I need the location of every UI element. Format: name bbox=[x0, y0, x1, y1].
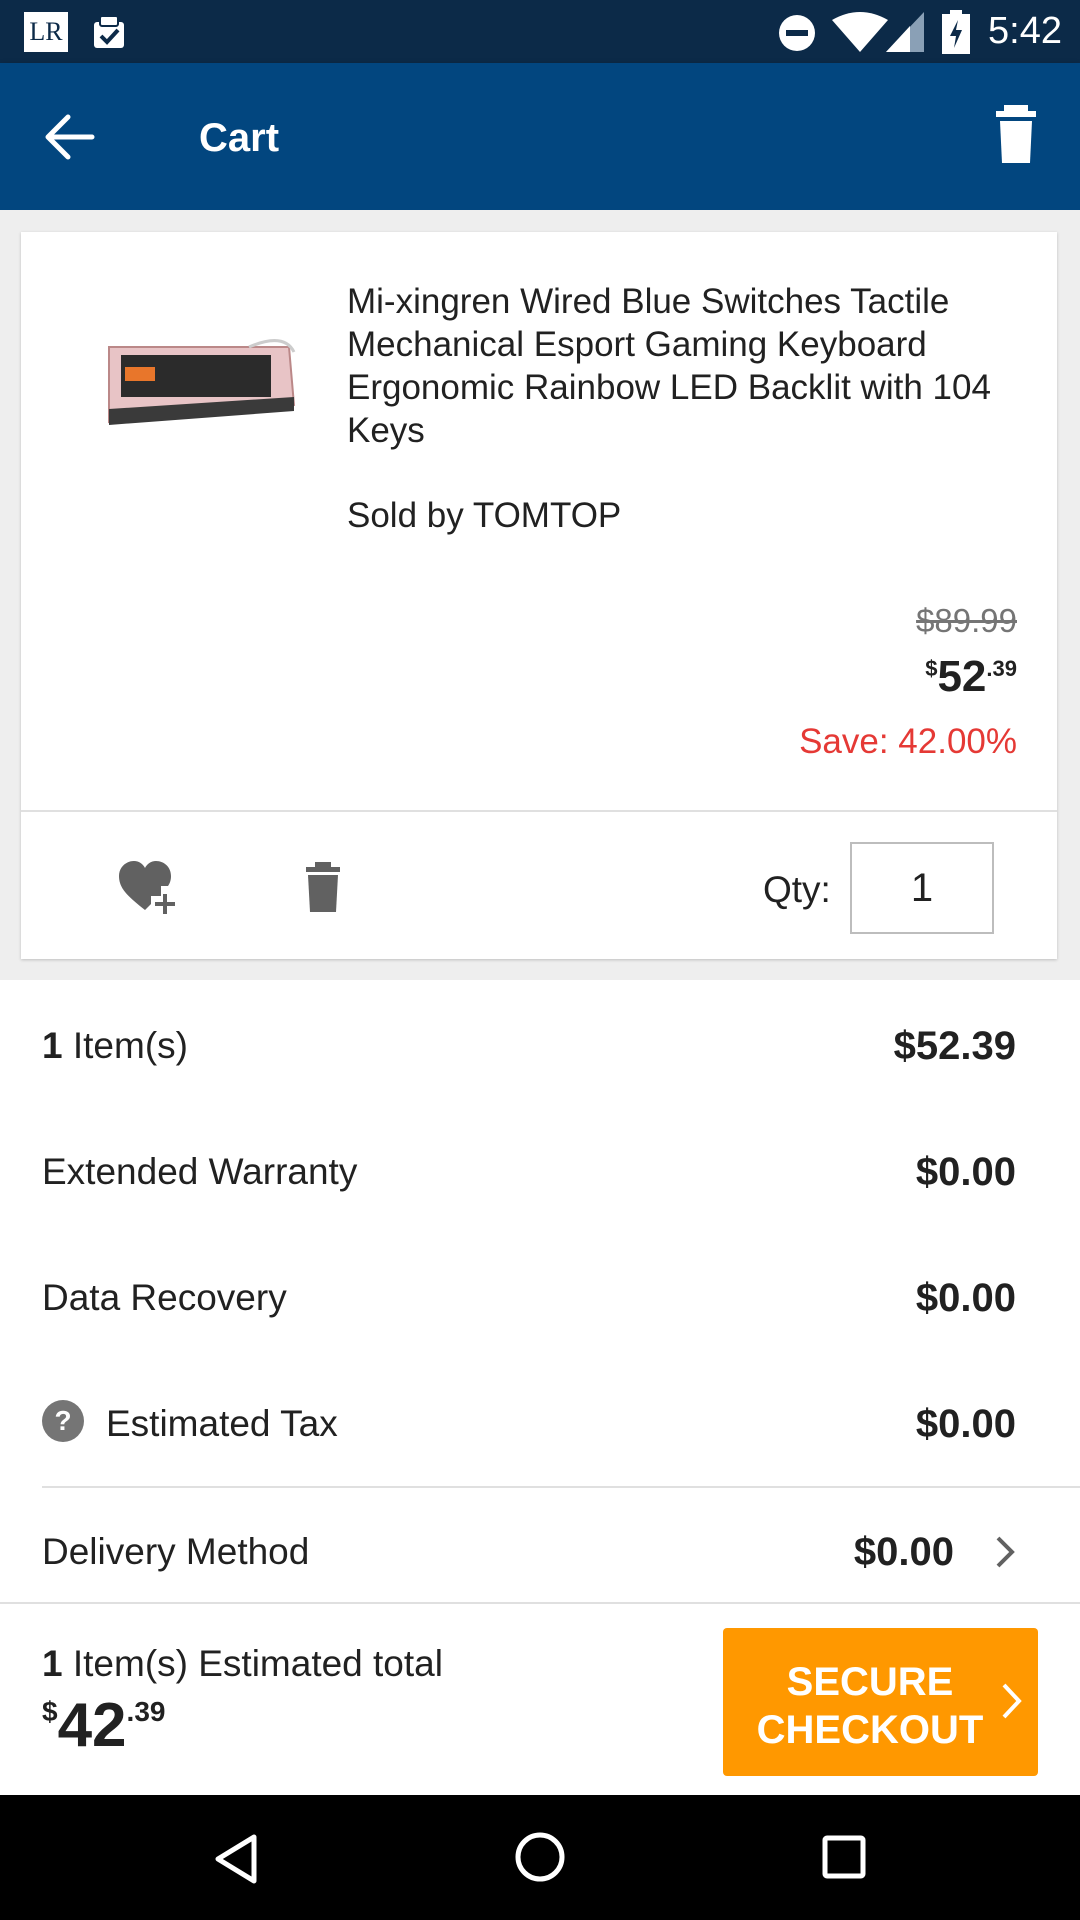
wifi-icon bbox=[832, 12, 888, 52]
estimated-total-label: 1 Item(s) Estimated total bbox=[42, 1642, 443, 1686]
summary-divider bbox=[42, 1486, 1080, 1488]
product-title[interactable]: Mi-xingren Wired Blue Switches Tactile M… bbox=[347, 280, 1027, 452]
delivery-label[interactable]: Delivery Method bbox=[42, 1530, 309, 1574]
heart-plus-icon[interactable] bbox=[117, 860, 181, 916]
items-count: 1 bbox=[42, 1025, 63, 1066]
cart-item-card: Mi-xingren Wired Blue Switches Tactile M… bbox=[21, 232, 1057, 959]
warranty-label: Extended Warranty bbox=[42, 1151, 358, 1192]
items-label: Item(s) bbox=[62, 1025, 188, 1066]
checkout-bar: 1 Item(s) Estimated total $42.39 SECURE … bbox=[0, 1602, 1080, 1795]
trash-icon[interactable] bbox=[303, 862, 343, 912]
chevron-right-icon[interactable] bbox=[990, 1534, 1020, 1570]
divider bbox=[21, 810, 1057, 812]
nav-home-icon[interactable] bbox=[514, 1831, 566, 1883]
recovery-value: $0.00 bbox=[915, 1276, 1016, 1320]
page-title: Cart bbox=[199, 116, 280, 160]
total-cents: .39 bbox=[126, 1696, 166, 1727]
price-main: 52 bbox=[937, 652, 987, 701]
sale-price: $52.39 bbox=[925, 652, 1017, 702]
items-summary-value: $52.39 bbox=[893, 1024, 1016, 1068]
tax-value: $0.00 bbox=[915, 1402, 1016, 1446]
quantity-input[interactable]: 1 bbox=[850, 842, 994, 934]
signal-icon bbox=[886, 12, 924, 52]
clipboard-check-icon bbox=[94, 15, 124, 48]
trash-icon[interactable] bbox=[990, 105, 1042, 165]
estimated-total: $42.39 bbox=[42, 1690, 165, 1762]
secure-checkout-button[interactable]: SECURE CHECKOUT bbox=[723, 1628, 1038, 1776]
lr-app-icon: LR bbox=[24, 12, 68, 52]
price-cents: .39 bbox=[986, 656, 1017, 681]
svg-text:?: ? bbox=[54, 1405, 71, 1436]
checkout-line1: SECURE bbox=[786, 1660, 954, 1704]
back-arrow-icon[interactable] bbox=[40, 107, 100, 167]
product-thumbnail[interactable] bbox=[99, 327, 299, 437]
app-bar: Cart bbox=[0, 63, 1080, 210]
original-price: $89.99 bbox=[916, 602, 1017, 639]
total-main: 42 bbox=[57, 1691, 127, 1760]
system-nav-bar bbox=[0, 1795, 1080, 1920]
qty-label: Qty: bbox=[763, 869, 831, 910]
battery-charging-icon bbox=[942, 10, 970, 54]
total-currency: $ bbox=[42, 1696, 58, 1727]
tax-label: Estimated Tax bbox=[106, 1403, 338, 1444]
help-icon[interactable]: ? bbox=[42, 1400, 84, 1442]
seller-text: Sold by TOMTOP bbox=[347, 496, 622, 535]
warranty-value: $0.00 bbox=[915, 1150, 1016, 1194]
checkout-button-label: SECURE CHECKOUT bbox=[745, 1658, 995, 1754]
nav-back-icon[interactable] bbox=[212, 1833, 260, 1885]
checkout-label: Item(s) Estimated total bbox=[62, 1643, 443, 1684]
nav-recents-icon[interactable] bbox=[822, 1835, 866, 1879]
price-currency: $ bbox=[925, 656, 938, 681]
chevron-right-icon bbox=[1002, 1683, 1022, 1719]
delivery-value[interactable]: $0.00 bbox=[854, 1529, 954, 1575]
status-time: 5:42 bbox=[988, 10, 1062, 52]
savings-text: Save: 42.00% bbox=[799, 722, 1017, 761]
checkout-line2: CHECKOUT bbox=[756, 1708, 984, 1752]
recovery-label: Data Recovery bbox=[42, 1277, 287, 1318]
checkout-count: 1 bbox=[42, 1643, 63, 1684]
items-summary-label: 1 Item(s) bbox=[42, 1024, 188, 1068]
dnd-icon bbox=[779, 15, 815, 51]
status-bar: LR 5:42 bbox=[0, 0, 1080, 63]
